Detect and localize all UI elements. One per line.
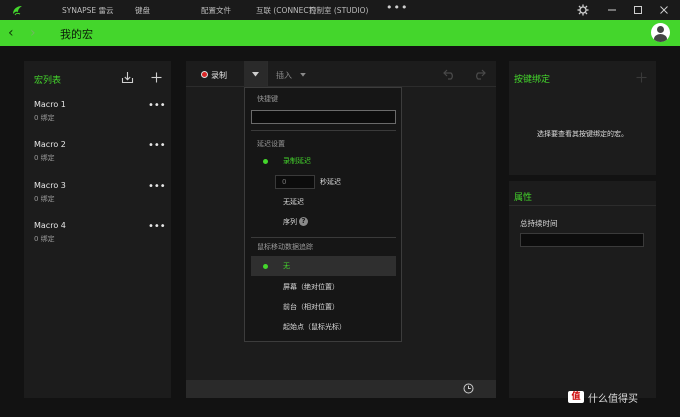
- delay-option-seconds[interactable]: 0 秒延迟: [251, 172, 396, 192]
- settings-gear-icon[interactable]: [576, 3, 590, 17]
- menu-divider: [251, 237, 396, 238]
- delay-option-label: 录制延迟: [283, 157, 311, 165]
- insert-button[interactable]: 插入: [276, 70, 292, 81]
- delay-option-none[interactable]: 无延迟: [251, 192, 396, 212]
- mouse-option-label: 前台（相对位置）: [283, 303, 339, 311]
- delay-option-label: 无延迟: [283, 198, 304, 206]
- macro-name: Macro 3: [34, 181, 66, 190]
- title-bar: SYNAPSE 雷云 键盘 配置文件 互联 (CONNECT) 控制室 (STU…: [0, 0, 680, 20]
- macro-binding-count: 0 绑定: [34, 114, 55, 122]
- macro-binding-count: 0 绑定: [34, 235, 55, 243]
- back-arrow-icon[interactable]: ‹: [8, 25, 14, 41]
- help-icon[interactable]: ?: [299, 217, 308, 226]
- nav-studio[interactable]: 控制室 (STUDIO): [309, 5, 368, 16]
- macro-options-icon[interactable]: •••: [148, 100, 166, 111]
- redo-icon[interactable]: [473, 68, 486, 80]
- macro-list-item[interactable]: Macro 4 0 绑定 •••: [34, 221, 174, 257]
- toolbar-divider: [267, 61, 268, 87]
- key-binding-empty-message: 选择要查看其按键绑定的宏。: [537, 130, 628, 138]
- macro-list-panel: 宏列表 Macro 1 0 绑定 ••• Macro 2 0 绑定 ••• Ma…: [24, 61, 171, 398]
- watermark-badge: 值: [568, 391, 584, 403]
- mouse-option-screen[interactable]: 屏幕（绝对位置）: [251, 277, 396, 297]
- mouse-option-label: 无: [283, 262, 290, 270]
- macro-name: Macro 2: [34, 140, 66, 149]
- macro-name: Macro 4: [34, 221, 66, 230]
- properties-panel: 属性 总持续时间: [509, 181, 656, 398]
- delay-option-label: 秒延迟: [320, 178, 341, 186]
- razer-logo-icon: [13, 6, 22, 16]
- menu-divider: [251, 130, 396, 131]
- macro-options-icon[interactable]: •••: [148, 181, 166, 192]
- mouse-tracking-section-label: 鼠标移动数据追踪: [257, 243, 313, 251]
- delay-option-recorded[interactable]: 录制延迟: [251, 151, 396, 171]
- nav-profiles[interactable]: 配置文件: [201, 5, 231, 16]
- key-binding-title: 按键绑定: [514, 75, 551, 85]
- page-title: 我的宏: [60, 28, 93, 41]
- record-indicator-icon: [201, 71, 208, 78]
- clock-icon[interactable]: [463, 383, 474, 394]
- mouse-option-label: 起始点（鼠标光标）: [283, 323, 346, 331]
- delay-seconds-input[interactable]: 0: [275, 175, 315, 189]
- macro-list-item[interactable]: Macro 2 0 绑定 •••: [34, 140, 174, 176]
- watermark-text: 什么值得买: [588, 394, 638, 405]
- key-binding-panel: 按键绑定 选择要查看其按键绑定的宏。: [509, 61, 656, 175]
- nav-keyboard[interactable]: 键盘: [135, 5, 150, 16]
- hotkey-section-label: 快捷键: [257, 95, 278, 103]
- macro-options-icon[interactable]: •••: [148, 140, 166, 151]
- user-avatar[interactable]: [651, 23, 670, 42]
- macro-binding-count: 0 绑定: [34, 195, 55, 203]
- macro-binding-count: 0 绑定: [34, 154, 55, 162]
- page-header: ‹ › 我的宏: [0, 20, 680, 46]
- delay-option-sequence[interactable]: 序列 ?: [251, 212, 396, 232]
- chevron-down-icon: [252, 72, 259, 77]
- maximize-icon[interactable]: [631, 3, 645, 17]
- hotkey-input[interactable]: [251, 110, 396, 124]
- macro-list-title: 宏列表: [34, 76, 62, 86]
- macro-name: Macro 1: [34, 100, 66, 109]
- undo-icon[interactable]: [443, 68, 456, 80]
- record-options-menu: 快捷键 延迟设置 录制延迟 0 秒延迟 无延迟 序列 ? 鼠标移动数据追踪 无 …: [244, 87, 402, 342]
- import-icon[interactable]: [121, 71, 134, 84]
- minimize-icon[interactable]: [605, 3, 619, 17]
- panel-divider: [509, 205, 656, 206]
- record-options-dropdown-button[interactable]: [244, 61, 267, 87]
- editor-footer: [186, 380, 496, 398]
- forward-arrow-icon[interactable]: ›: [30, 25, 36, 41]
- radio-selected-icon: [263, 159, 268, 164]
- total-duration-field[interactable]: [520, 233, 644, 247]
- add-binding-icon[interactable]: [635, 71, 648, 84]
- delay-section-label: 延迟设置: [257, 140, 285, 148]
- total-duration-label: 总持续时间: [520, 219, 558, 228]
- properties-title: 属性: [514, 193, 533, 203]
- close-icon[interactable]: [657, 3, 671, 17]
- nav-synapse[interactable]: SYNAPSE 雷云: [62, 5, 114, 16]
- radio-selected-icon: [263, 264, 268, 269]
- nav-connect[interactable]: 互联 (CONNECT): [256, 5, 316, 16]
- mouse-option-origin[interactable]: 起始点（鼠标光标）: [251, 317, 396, 337]
- add-macro-icon[interactable]: [150, 71, 163, 84]
- insert-chevron-down-icon: [300, 73, 306, 77]
- mouse-option-none[interactable]: 无: [251, 256, 396, 276]
- delay-option-label: 序列: [283, 218, 297, 226]
- mouse-option-label: 屏幕（绝对位置）: [283, 283, 339, 291]
- macro-list-item[interactable]: Macro 1 0 绑定 •••: [34, 100, 174, 136]
- macro-list-item[interactable]: Macro 3 0 绑定 •••: [34, 181, 174, 217]
- macro-options-icon[interactable]: •••: [148, 221, 166, 232]
- nav-more-button[interactable]: •••: [386, 1, 408, 14]
- record-button[interactable]: 录制: [211, 70, 227, 81]
- mouse-option-foreground[interactable]: 前台（相对位置）: [251, 297, 396, 317]
